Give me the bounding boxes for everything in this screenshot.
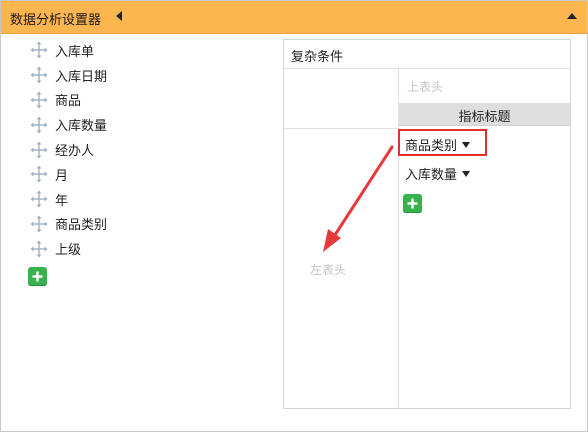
field-item[interactable]: 入库日期 xyxy=(30,63,107,88)
field-label: 入库单 xyxy=(55,44,95,60)
move-arrows-icon[interactable] xyxy=(30,215,48,233)
caret-down-icon xyxy=(462,170,471,177)
field-label: 入库数量 xyxy=(55,119,108,135)
column-field-label: 入库数量 xyxy=(405,168,458,183)
top-header-drop-zone[interactable]: 上表头 xyxy=(407,78,443,95)
left-header-drop-zone[interactable]: 左表头 xyxy=(310,261,346,278)
field-label: 年 xyxy=(55,193,69,209)
move-arrows-icon[interactable] xyxy=(30,116,48,134)
move-arrows-icon[interactable] xyxy=(30,41,48,59)
pivot-divider-horizontal xyxy=(284,128,398,129)
field-label: 经办人 xyxy=(55,144,95,160)
complex-condition-label[interactable]: 复杂条件 xyxy=(291,46,343,65)
add-column-field-button[interactable] xyxy=(403,194,422,213)
field-list: 入库单 入库日期 商品 入库数量 经办人 月 年 商品类别 上级 xyxy=(30,38,107,261)
field-label: 商品 xyxy=(55,94,82,110)
plus-icon xyxy=(407,198,418,209)
field-item[interactable]: 经办人 xyxy=(30,137,107,162)
field-item[interactable]: 入库单 xyxy=(30,38,107,63)
add-field-button[interactable] xyxy=(28,267,47,286)
field-label: 入库日期 xyxy=(55,69,108,85)
panel-title: 数据分析设置器 xyxy=(10,13,102,28)
field-item[interactable]: 月 xyxy=(30,162,107,187)
field-item[interactable]: 年 xyxy=(30,187,107,212)
field-item[interactable]: 上级 xyxy=(30,236,107,261)
panel-titlebar: 数据分析设置器 xyxy=(1,1,587,34)
field-label: 上级 xyxy=(55,243,82,259)
field-item[interactable]: 入库数量 xyxy=(30,112,107,137)
plus-icon xyxy=(32,271,43,282)
move-arrows-icon[interactable] xyxy=(30,190,48,208)
move-arrows-icon[interactable] xyxy=(30,91,48,109)
metric-title-label: 指标标题 xyxy=(458,110,511,125)
pivot-layout-area: 复杂条件 上表头 指标标题 左表头 xyxy=(283,39,571,409)
metric-title-bar: 指标标题 xyxy=(399,103,570,126)
highlight-box xyxy=(398,129,487,156)
field-item[interactable]: 商品 xyxy=(30,88,107,113)
field-label: 月 xyxy=(55,168,69,184)
move-arrows-icon[interactable] xyxy=(30,66,48,84)
triangle-left-icon[interactable] xyxy=(116,11,122,21)
move-arrows-icon[interactable] xyxy=(30,165,48,183)
pivot-header: 复杂条件 xyxy=(284,40,570,69)
move-arrows-icon[interactable] xyxy=(30,141,48,159)
triangle-up-icon[interactable] xyxy=(567,13,577,19)
field-label: 商品类别 xyxy=(55,218,108,234)
column-field-dropdown-quantity[interactable]: 入库数量 xyxy=(405,164,471,183)
field-item[interactable]: 商品类别 xyxy=(30,212,107,237)
move-arrows-icon[interactable] xyxy=(30,240,48,258)
